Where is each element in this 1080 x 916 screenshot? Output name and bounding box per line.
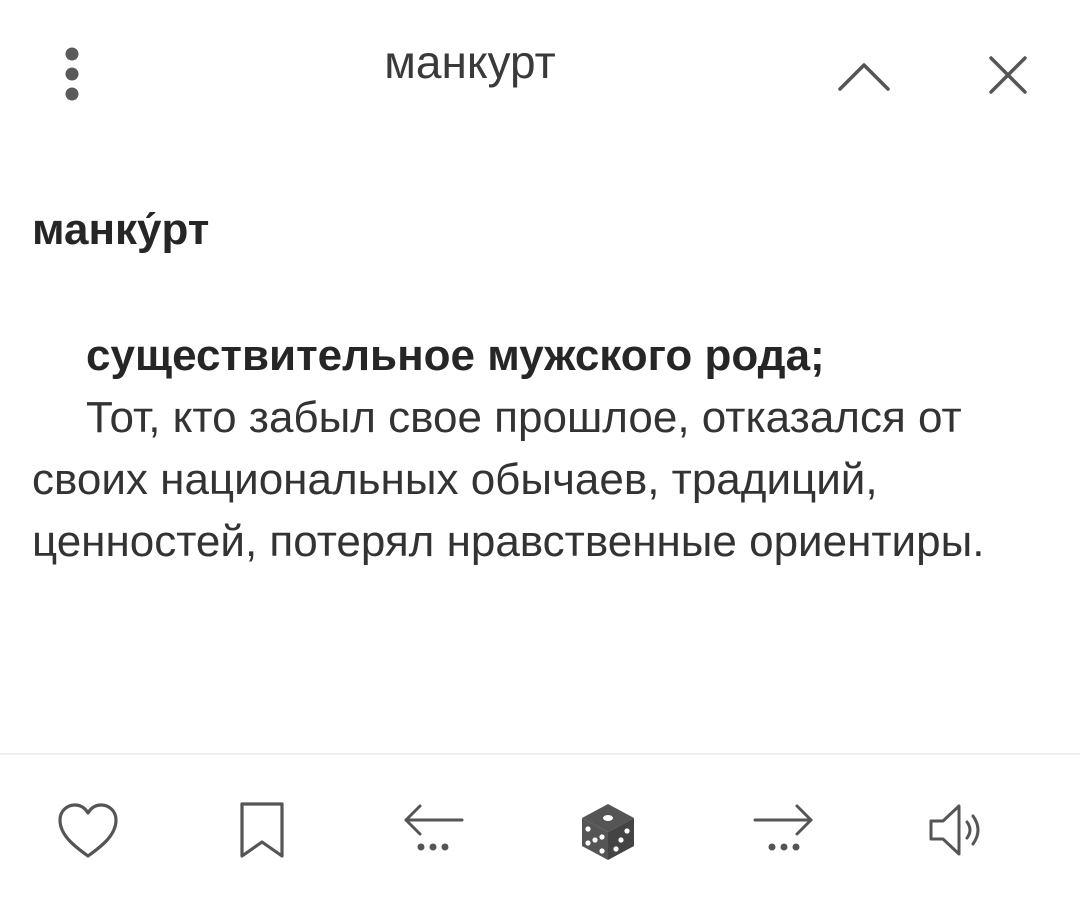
chevron-up-icon — [838, 63, 890, 91]
part-of-speech: существительное мужского рода; — [86, 331, 825, 380]
speaker-icon — [929, 804, 980, 856]
bottom-toolbar — [0, 760, 1080, 916]
previous-entry-button[interactable] — [383, 800, 483, 900]
more-dots-icon — [417, 843, 449, 851]
more-menu-button[interactable] — [44, 36, 100, 112]
favorite-button[interactable] — [38, 800, 138, 900]
close-button[interactable] — [970, 40, 1046, 110]
dictionary-entry: манку́рт существительное мужского рода; … — [32, 195, 1052, 573]
close-icon — [989, 56, 1027, 94]
random-entry-button[interactable] — [558, 800, 658, 900]
next-entry-button[interactable] — [734, 800, 834, 900]
arrow-right-icon — [753, 804, 813, 836]
arrow-left-icon — [404, 804, 464, 836]
pronounce-button[interactable] — [908, 800, 1008, 900]
definition-text: Тот, кто забыл свое прошлое, отказался о… — [32, 393, 985, 566]
bookmark-icon — [240, 802, 284, 858]
more-dots-icon — [768, 843, 800, 851]
bookmark-button[interactable] — [212, 800, 312, 900]
scroll-up-button[interactable] — [826, 40, 902, 110]
heart-icon — [58, 803, 118, 858]
top-bar: манкурт — [0, 0, 1080, 150]
headword: манку́рт — [32, 205, 210, 254]
divider — [0, 753, 1080, 755]
dice-icon — [582, 804, 634, 860]
search-query-title: манкурт — [384, 36, 556, 88]
vertical-dots-icon — [65, 47, 79, 101]
